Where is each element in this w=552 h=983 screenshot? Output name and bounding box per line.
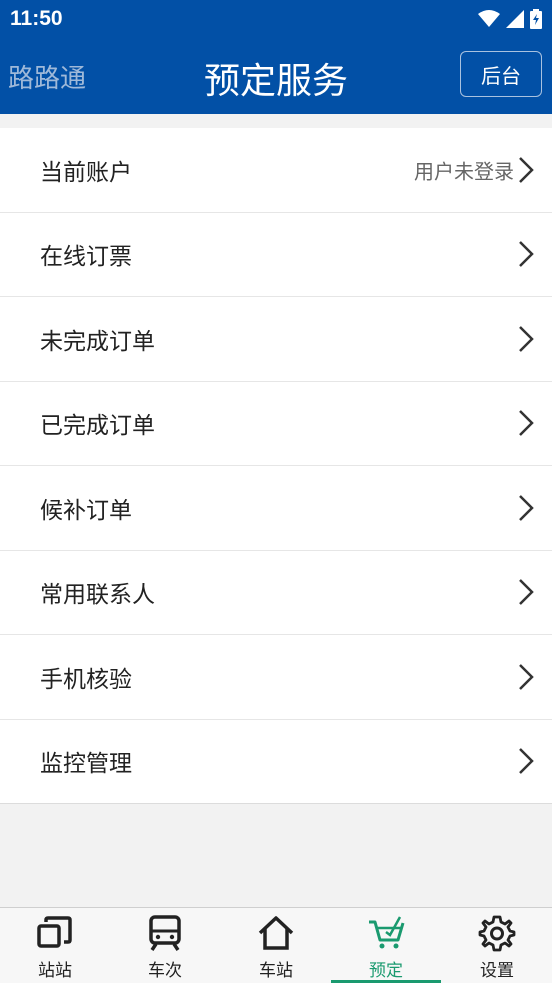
menu-item-label: 常用联系人 bbox=[40, 582, 155, 609]
menu-item-online-booking[interactable]: 在线订票 bbox=[0, 213, 552, 297]
bottom-nav: 站站 车次 车站 预定 设置 bbox=[0, 907, 552, 983]
menu-item-unfinished-orders[interactable]: 未完成订单 bbox=[0, 297, 552, 382]
home-icon bbox=[258, 916, 294, 950]
train-icon bbox=[149, 915, 181, 951]
nav-item-station[interactable]: 车站 bbox=[221, 908, 331, 983]
status-bar: 11:50 bbox=[0, 0, 552, 38]
app-bar: 路路通 预定服务 后台 bbox=[0, 38, 552, 114]
menu-item-monitor-management[interactable]: 监控管理 bbox=[0, 720, 552, 804]
nav-label: 设置 bbox=[480, 961, 514, 981]
menu-item-label: 在线订票 bbox=[40, 244, 132, 271]
cart-icon bbox=[369, 916, 405, 949]
menu-item-phone-verification[interactable]: 手机核验 bbox=[0, 635, 552, 720]
battery-icon bbox=[530, 9, 542, 29]
nav-item-train[interactable]: 车次 bbox=[110, 908, 220, 983]
nav-item-settings[interactable]: 设置 bbox=[442, 908, 552, 983]
chevron-right-icon bbox=[519, 494, 534, 521]
chevron-right-icon bbox=[519, 579, 534, 606]
menu-item-frequent-contacts[interactable]: 常用联系人 bbox=[0, 551, 552, 635]
nav-label: 车次 bbox=[148, 961, 182, 981]
chevron-right-icon bbox=[519, 241, 534, 268]
chevron-right-icon bbox=[519, 325, 534, 352]
menu-item-finished-orders[interactable]: 已完成订单 bbox=[0, 382, 552, 466]
chevron-right-icon bbox=[519, 156, 534, 183]
login-status: 用户未登录 bbox=[414, 159, 514, 184]
nav-item-station-to-station[interactable]: 站站 bbox=[0, 908, 110, 983]
app-brand: 路路通 bbox=[8, 64, 87, 94]
status-time: 11:50 bbox=[10, 7, 63, 30]
menu-item-current-account[interactable]: 当前账户 用户未登录 bbox=[0, 128, 552, 213]
wifi-icon bbox=[478, 10, 500, 27]
chevron-right-icon bbox=[519, 410, 534, 437]
nav-label: 预定 bbox=[369, 961, 403, 981]
menu-item-label: 已完成订单 bbox=[40, 413, 155, 440]
nav-label: 站站 bbox=[38, 961, 72, 981]
nav-label: 车站 bbox=[259, 961, 293, 981]
station-to-station-icon bbox=[37, 916, 72, 948]
chevron-right-icon bbox=[519, 663, 534, 690]
chevron-right-icon bbox=[519, 748, 534, 775]
menu-item-label: 手机核验 bbox=[40, 666, 132, 693]
menu-item-waitlist-orders[interactable]: 候补订单 bbox=[0, 466, 552, 551]
menu-item-label: 当前账户 bbox=[40, 159, 132, 186]
menu-item-label: 未完成订单 bbox=[40, 328, 155, 355]
menu-item-label: 候补订单 bbox=[40, 497, 132, 524]
menu-item-label: 监控管理 bbox=[40, 751, 132, 778]
gear-icon bbox=[478, 915, 516, 952]
signal-icon bbox=[506, 10, 524, 28]
nav-item-booking[interactable]: 预定 bbox=[331, 908, 441, 983]
admin-button[interactable]: 后台 bbox=[460, 51, 542, 97]
service-menu: 当前账户 用户未登录 在线订票 未完成订单 已完成订单 候补订单 常用联系人 手… bbox=[0, 128, 552, 804]
status-icons bbox=[478, 9, 542, 29]
